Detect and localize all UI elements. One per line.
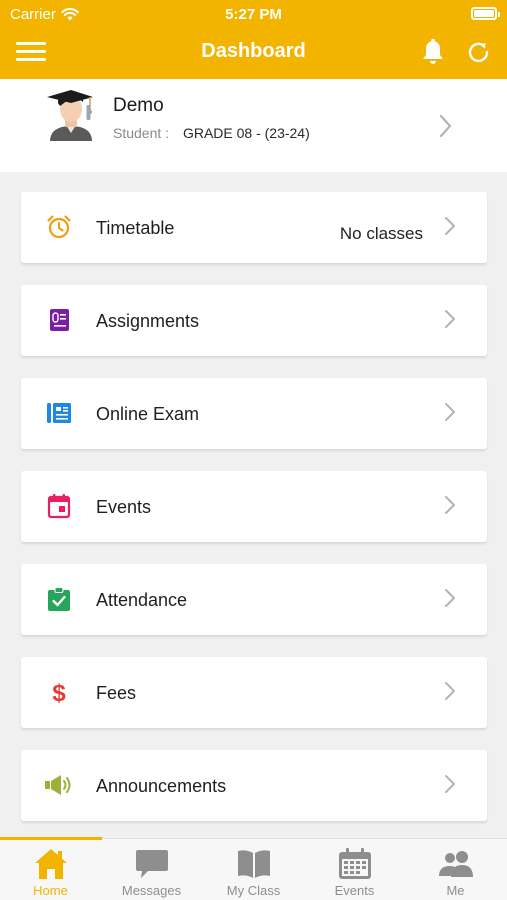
student-avatar [47, 90, 93, 141]
chevron-right-icon [445, 403, 455, 421]
profile-card[interactable]: Demo Student : GRADE 08 - (23-24) [0, 79, 507, 172]
chevron-right-icon [445, 589, 455, 607]
calendar-icon [47, 494, 71, 519]
bottom-tab-bar: Home Messages My Class Events Me [0, 837, 507, 900]
tab-label: Messages [121, 883, 182, 898]
menu-item-attendance[interactable]: Attendance [21, 564, 487, 635]
alarm-clock-icon [47, 215, 71, 239]
timetable-status: No classes [339, 224, 423, 243]
tab-messages[interactable]: Messages [101, 845, 202, 900]
student-name: Demo [113, 95, 164, 116]
menu-item-label: Timetable [96, 218, 175, 238]
menu-item-label: Online Exam [96, 404, 200, 424]
chevron-right-icon [445, 310, 455, 328]
menu-item-label: Assignments [96, 311, 200, 331]
navbar: Dashboard [0, 28, 507, 79]
menu-item-fees[interactable]: $ Fees [21, 657, 487, 728]
chevron-right-icon [439, 114, 452, 138]
bell-icon [423, 38, 443, 64]
menu-item-label: Attendance [96, 590, 188, 610]
notifications-button[interactable] [420, 38, 446, 66]
menu-item-events[interactable]: Events [21, 471, 487, 542]
chevron-right-icon [445, 775, 455, 793]
menu-item-timetable[interactable]: Timetable No classes [21, 192, 487, 263]
tab-label: Home [33, 883, 68, 898]
menu-item-label: Events [96, 497, 152, 517]
menu-item-assignments[interactable]: Assignments [21, 285, 487, 356]
role-label: Student : [113, 125, 170, 141]
chat-icon [135, 850, 168, 878]
tab-label: Events [334, 883, 375, 898]
tab-events[interactable]: Events [304, 845, 405, 900]
calendar-icon [338, 848, 371, 879]
refresh-icon [468, 42, 489, 63]
tab-label: Me [446, 883, 465, 898]
clipboard-check-icon [48, 587, 70, 611]
chevron-right-icon [445, 217, 455, 235]
home-icon [34, 849, 67, 879]
tab-my-class[interactable]: My Class [203, 845, 304, 900]
menu-item-label: Fees [96, 683, 137, 703]
battery-icon [471, 7, 500, 20]
menu-item-online-exam[interactable]: Online Exam [21, 378, 487, 449]
active-tab-indicator [0, 837, 102, 840]
dollar-icon: $ [52, 680, 66, 705]
menu-item-label: Announcements [96, 776, 227, 796]
chevron-right-icon [445, 496, 455, 514]
book-icon [237, 850, 270, 878]
grade-value: GRADE 08 - (23-24) [182, 125, 310, 141]
refresh-button[interactable] [466, 38, 492, 66]
tab-label: My Class [226, 883, 281, 898]
tab-home[interactable]: Home [0, 845, 101, 900]
app-header: Carrier 5:27 PM Dashboard [0, 0, 507, 79]
clock: 5:27 PM [225, 6, 282, 23]
menu-item-announcements[interactable]: Announcements [21, 750, 487, 821]
chevron-right-icon [445, 682, 455, 700]
student-info: Student : GRADE 08 - (23-24) [113, 125, 310, 141]
tab-me[interactable]: Me [405, 845, 506, 900]
exam-document-icon [47, 403, 71, 423]
people-icon [438, 851, 473, 877]
svg-text:$: $ [52, 680, 66, 705]
assignment-book-icon [50, 309, 69, 331]
status-bar: Carrier 5:27 PM [0, 0, 507, 28]
megaphone-icon [45, 775, 71, 795]
